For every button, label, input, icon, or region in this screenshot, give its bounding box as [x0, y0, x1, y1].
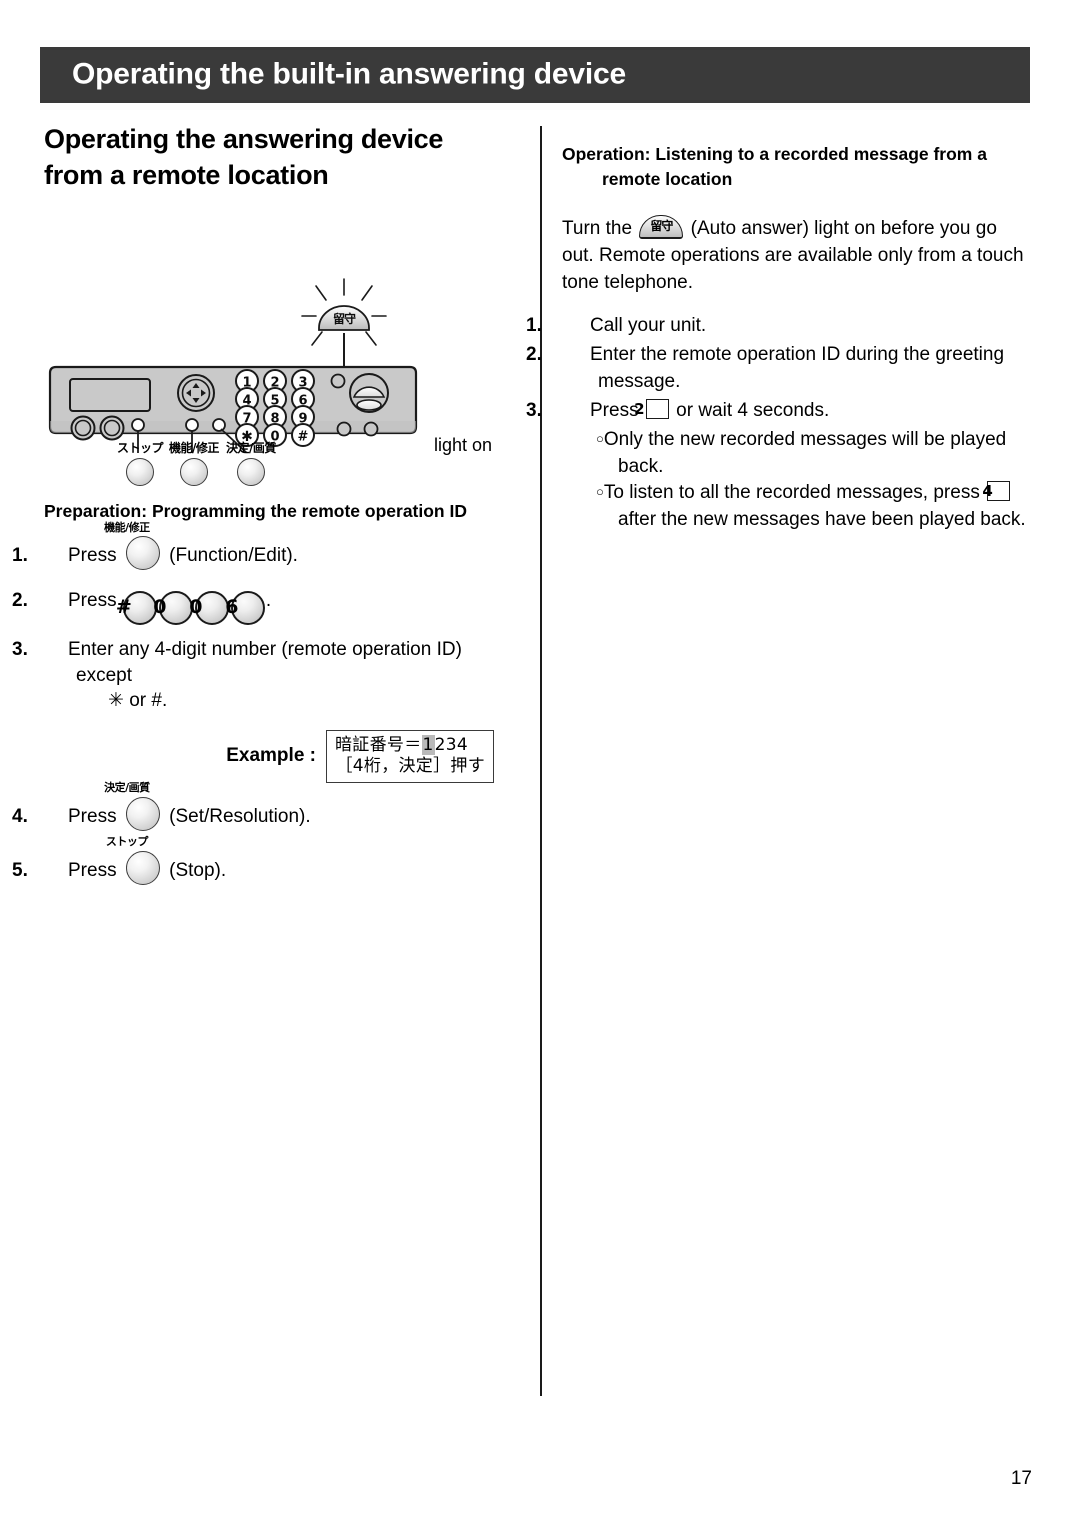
- operation-heading-line-1: Operation: Listening to a recorded messa…: [562, 144, 987, 164]
- keypad-key-zero-1[interactable]: 0: [153, 591, 193, 626]
- callout-labels-row: ストップ 機能/修正 決定/画質: [44, 439, 522, 495]
- bullet-marker-2: ○: [596, 484, 604, 500]
- operation-step-3-number: 3.: [526, 399, 542, 421]
- prep-step-1: 1. Press 機能/修正 (Function/Edit).: [12, 521, 522, 571]
- example-row: Example : 暗証番号＝1234 ［4桁，決定］押す: [44, 729, 522, 784]
- prep-step-4-number: 4.: [12, 806, 28, 828]
- prep-step-3-line2: ✳ or #.: [108, 690, 168, 712]
- panel-keypad: 1 2 3 4 5 6 7 8 9 ✱ 0 #: [235, 369, 315, 448]
- preparation-heading: Preparation: Programming the remote oper…: [44, 501, 467, 522]
- prep-step-4: 4. Press 決定/画質 (Set/Resolution).: [12, 781, 522, 832]
- prep-step-5-number: 5.: [12, 860, 28, 882]
- intro-part-2: (Auto answer) light on before you go out…: [562, 217, 1024, 293]
- stop-button[interactable]: ストップ: [106, 835, 160, 886]
- prep-step-3-line1: Enter any 4-digit number (remote operati…: [68, 639, 462, 686]
- operation-bullet-2: ○To listen to all the recorded messages,…: [562, 480, 1032, 534]
- operation-bullet-2-part-2: after the new messages have been played …: [618, 509, 1026, 531]
- intro-part-1: Turn the: [562, 217, 633, 239]
- prep-step-2: 2. Press #0 0 6.: [12, 588, 522, 626]
- page-header-title: Operating the built-in answering device: [72, 57, 626, 91]
- keypad-key-six[interactable]: 6: [225, 591, 265, 626]
- operation-step-3: 3. Press 2 or wait 4 seconds.: [526, 398, 1032, 425]
- operation-step-1-text: Call your unit.: [590, 314, 707, 336]
- example-lcd-line-1: 暗証番号＝1234: [335, 734, 485, 756]
- operation-step-2: 2. Enter the remote operation ID during t…: [526, 342, 1032, 396]
- panel-indicator-lamp: [330, 373, 346, 389]
- operation-step-1: 1. Call your unit.: [526, 313, 1032, 340]
- fax-illustration-svg: 留守 1 2 3 4 5 6 7 8 9 ✱ 0 #: [48, 278, 418, 456]
- panel-auto-answer-button: [349, 373, 389, 414]
- operation-heading: Operation: Listening to a recorded messa…: [562, 142, 1032, 193]
- prep-step-5-after: (Stop).: [169, 860, 227, 882]
- boxed-key-2[interactable]: 2: [634, 398, 669, 419]
- prep-step-1-press: Press: [68, 545, 117, 567]
- prep-step-3: 3. Enter any 4-digit number (remote opera…: [12, 637, 522, 713]
- prep-step-4-after: (Set/Resolution).: [169, 806, 311, 828]
- example-lcd-display: 暗証番号＝1234 ［4桁，決定］押す: [326, 729, 494, 784]
- operation-intro-paragraph: Turn the 留守 (Auto answer) light on befor…: [562, 214, 1032, 297]
- callout-stop-button[interactable]: [126, 458, 154, 487]
- function-edit-button[interactable]: 機能/修正: [104, 521, 160, 571]
- fax-control-panel: 1 2 3 4 5 6 7 8 9 ✱ 0 #: [48, 366, 418, 448]
- operation-bullet-2-part-1: To listen to all the recorded messages, …: [603, 482, 980, 504]
- auto-answer-icon: 留守: [639, 214, 684, 239]
- bullet-marker-1: ○: [596, 430, 604, 446]
- operation-step-3-part-2: or wait 4 seconds.: [676, 399, 830, 421]
- callout-source-stop: [131, 418, 145, 433]
- prep-step-2-number: 2.: [12, 590, 28, 612]
- section-title-line-1: Operating the answering device: [44, 124, 444, 154]
- operation-step-1-number: 1.: [526, 314, 542, 336]
- set-resolution-button[interactable]: 決定/画質: [104, 781, 160, 832]
- keypad-key-zero-2[interactable]: 0: [189, 591, 229, 626]
- operation-step-2-number: 2.: [526, 343, 542, 365]
- prep-step-5-press: Press: [68, 860, 117, 882]
- lcd-line1-suffix: 234: [434, 734, 468, 755]
- callout-set-button[interactable]: [237, 458, 265, 487]
- function-edit-button-caption: 機能/修正: [104, 520, 150, 534]
- lcd-line1-prefix: 暗証番号＝: [335, 734, 422, 755]
- lcd-cursor-digit: 1: [421, 734, 435, 755]
- stop-button-caption: ストップ: [105, 835, 149, 849]
- prep-step-5: 5. Press ストップ (Stop).: [12, 835, 522, 886]
- operation-step-2-text: Enter the remote operation ID during the…: [590, 343, 1005, 392]
- prep-step-2-after: .: [265, 590, 272, 612]
- prep-step-2-press: Press: [68, 590, 117, 612]
- operation-step-3-part-1: Press: [590, 399, 639, 421]
- panel-small-button-2: [363, 421, 379, 437]
- prep-step-3-number: 3.: [12, 639, 28, 661]
- set-resolution-button-caption: 決定/画質: [104, 781, 150, 795]
- prep-step-1-number: 1.: [12, 545, 28, 567]
- section-title: Operating the answering device from a re…: [44, 122, 522, 193]
- callout-function-button[interactable]: [180, 458, 208, 487]
- right-column: Operation: Listening to a recorded messa…: [526, 142, 1032, 534]
- callout-set: 決定/画質: [219, 439, 283, 487]
- operation-bullet-1: ○Only the new recorded messages will be …: [562, 427, 1032, 481]
- auto-answer-icon-glyph: 留守: [650, 218, 673, 233]
- boxed-key-4[interactable]: 4: [982, 481, 1011, 502]
- callout-source-set: [212, 418, 226, 433]
- section-title-line-2: from a remote location: [44, 159, 329, 190]
- callout-set-label: 決定/画質: [226, 441, 276, 456]
- prep-step-1-after: (Function/Edit).: [169, 545, 298, 567]
- panel-lcd-screen: [69, 378, 151, 413]
- panel-small-button-1: [336, 421, 352, 437]
- keypad-key-hash[interactable]: #: [116, 591, 157, 626]
- callout-function: 機能/修正: [162, 439, 226, 487]
- operation-heading-line-2: remote location: [602, 169, 733, 190]
- prep-step-4-press: Press: [68, 806, 117, 828]
- callout-source-function: [185, 418, 199, 433]
- operation-bullet-1-text: Only the new recorded messages will be p…: [603, 428, 1007, 477]
- page-header-band: Operating the built-in answering device: [40, 47, 1030, 103]
- auto-answer-lamp-glyph: 留守: [333, 311, 356, 326]
- example-label: Example :: [226, 745, 316, 767]
- left-column: Operating the answering device from a re…: [12, 122, 522, 895]
- example-lcd-line-2: ［4桁，決定］押す: [335, 755, 485, 776]
- fax-machine-illustration: 留守 1 2 3 4 5 6 7 8 9 ✱ 0 # light on: [44, 203, 522, 456]
- page-number: 17: [1010, 1468, 1032, 1489]
- callout-function-label: 機能/修正: [169, 441, 219, 456]
- panel-navigation-dial: [177, 374, 215, 413]
